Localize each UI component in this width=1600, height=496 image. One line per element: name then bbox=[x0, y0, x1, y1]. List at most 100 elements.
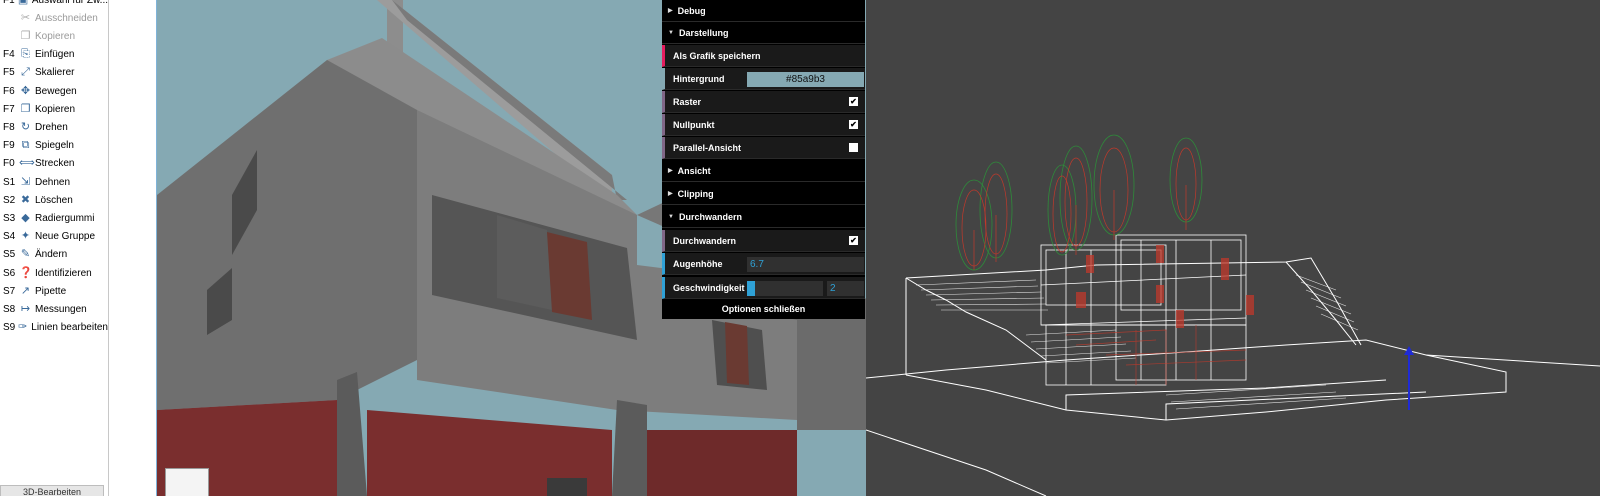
tool-shortcut: S5 bbox=[3, 249, 16, 261]
tool-label: Einfügen bbox=[35, 49, 75, 61]
parallel-checkbox[interactable] bbox=[849, 143, 858, 152]
building-red-accents bbox=[1076, 245, 1254, 328]
tool-label: Löschen bbox=[35, 194, 73, 206]
tool-item[interactable]: F0 ⟺ Strecken bbox=[0, 155, 108, 173]
tool-item[interactable]: F5 ⤢ Skalierer bbox=[0, 64, 108, 82]
tool-item[interactable]: S7 ↗ Pipette bbox=[0, 282, 108, 300]
tool-item: ❐ Kopieren bbox=[0, 27, 108, 45]
tool-label: Pipette bbox=[35, 285, 67, 297]
red-base-right bbox=[647, 430, 797, 496]
folder-darstellung[interactable]: ▼ Darstellung bbox=[662, 22, 865, 44]
close-options-button[interactable]: Optionen schließen bbox=[662, 299, 865, 319]
tool-shortcut: S7 bbox=[3, 285, 16, 297]
save-image-label: Als Grafik speichern bbox=[673, 50, 761, 61]
rotate-icon: ↻ bbox=[20, 120, 31, 133]
tool-shortcut: F5 bbox=[3, 67, 15, 79]
tool-label: Kopieren bbox=[35, 103, 76, 115]
eye-height-input[interactable]: 6.7 bbox=[747, 257, 864, 272]
tool-item[interactable]: F8 ↻ Drehen bbox=[0, 118, 108, 136]
speed-label: Geschwindigkeit bbox=[673, 282, 745, 293]
tool-item[interactable]: S9 ✑ Linien bearbeiten bbox=[0, 319, 108, 337]
panel-footer-button[interactable]: 3D-Bearbeiten bbox=[0, 485, 104, 496]
z-axis-arrow-icon bbox=[1404, 346, 1414, 355]
wireframe-model bbox=[866, 134, 1600, 496]
tool-item[interactable]: F4 ⎘ Einfügen bbox=[0, 46, 108, 64]
tool-item[interactable]: S5 ✎ Ändern bbox=[0, 246, 108, 264]
folder-ansicht[interactable]: ▶ Ansicht bbox=[662, 160, 865, 182]
eye-height-control: Augenhöhe 6.7 bbox=[662, 253, 865, 275]
grid-checkbox[interactable]: ✔ bbox=[849, 97, 858, 106]
tool-item[interactable]: S2 ✖ Löschen bbox=[0, 191, 108, 209]
tool-shortcut: S8 bbox=[3, 303, 16, 315]
tool-shortcut: F9 bbox=[3, 140, 15, 152]
walk-checkbox[interactable]: ✔ bbox=[849, 236, 858, 245]
paste-icon: ⎘ bbox=[21, 48, 30, 61]
origin-label: Nullpunkt bbox=[673, 119, 715, 130]
tool-shortcut: S6 bbox=[3, 267, 16, 279]
wireframe-view[interactable] bbox=[866, 0, 1600, 496]
tool-item[interactable]: S6 ❓ Identifizieren bbox=[0, 264, 108, 282]
tool-label: Spiegeln bbox=[35, 140, 74, 152]
chevron-right-icon: ▶ bbox=[668, 8, 673, 14]
folder-clipping[interactable]: ▶ Clipping bbox=[662, 183, 865, 205]
tool-shortcut: F0 bbox=[3, 158, 15, 170]
folder-durchwandern[interactable]: ▼ Durchwandern bbox=[662, 206, 865, 228]
folder-label: Clipping bbox=[677, 188, 714, 199]
copy-icon: ❐ bbox=[20, 102, 31, 115]
pencil-icon: ✎ bbox=[20, 248, 31, 261]
parallel-control: Parallel-Ansicht bbox=[662, 137, 865, 159]
tool-shortcut: S2 bbox=[3, 194, 16, 206]
eye-height-label: Augenhöhe bbox=[673, 258, 723, 269]
front-window-shade bbox=[547, 232, 592, 320]
tool-label: Drehen bbox=[35, 121, 68, 133]
speed-slider[interactable] bbox=[747, 281, 823, 296]
tool-item[interactable]: S1 ⇲ Dehnen bbox=[0, 173, 108, 191]
tool-shortcut: F7 bbox=[3, 103, 15, 115]
group-icon: ✦ bbox=[20, 230, 31, 243]
measure-icon: ↦ bbox=[20, 302, 31, 315]
walk-control: Durchwandern ✔ bbox=[662, 230, 865, 252]
tool-label: Auswahl für Zw... bbox=[31, 0, 108, 6]
building-red-lines bbox=[1065, 325, 1247, 385]
tool-item[interactable]: S3 ◆ Radiergummi bbox=[0, 209, 108, 227]
walk-label: Durchwandern bbox=[673, 235, 737, 246]
ground-door bbox=[547, 478, 587, 496]
axes-gizmo bbox=[165, 468, 209, 496]
parallel-label: Parallel-Ansicht bbox=[673, 142, 742, 153]
tool-item[interactable]: F9 ⧉ Spiegeln bbox=[0, 137, 108, 155]
copy-icon: ❐ bbox=[20, 29, 31, 42]
pipette-icon: ↗ bbox=[20, 284, 31, 297]
tool-item[interactable]: S4 ✦ Neue Gruppe bbox=[0, 228, 108, 246]
tool-item[interactable]: F6 ✥ Bewegen bbox=[0, 82, 108, 100]
folder-label: Debug bbox=[677, 5, 706, 16]
grid-label: Raster bbox=[673, 96, 702, 107]
save-image-button[interactable]: Als Grafik speichern bbox=[662, 45, 865, 67]
building-wireframe bbox=[1040, 234, 1247, 386]
eraser-icon: ◆ bbox=[21, 211, 30, 224]
tool-item: ✂ Ausschneiden bbox=[0, 9, 108, 27]
move-icon: ✥ bbox=[20, 84, 31, 97]
origin-checkbox[interactable]: ✔ bbox=[849, 120, 858, 129]
tool-label: Strecken bbox=[35, 158, 75, 170]
tool-label: Messungen bbox=[35, 303, 87, 315]
pillar-right bbox=[612, 400, 647, 496]
tool-item[interactable]: F1▣Auswahl für Zw... bbox=[0, 0, 108, 9]
tool-shortcut: F8 bbox=[3, 121, 15, 133]
tool-label: Identifizieren bbox=[35, 267, 92, 279]
tool-label: Ausschneiden bbox=[35, 12, 98, 24]
background-control: Hintergrund #85a9b3 bbox=[662, 68, 865, 90]
speed-input[interactable]: 2 bbox=[827, 281, 864, 296]
tool-shortcut: F6 bbox=[3, 85, 15, 97]
tool-label: Bewegen bbox=[35, 85, 77, 97]
tool-shortcut: F4 bbox=[3, 49, 15, 61]
tool-item[interactable]: F7 ❐ Kopieren bbox=[0, 100, 108, 118]
tool-panel: F1▣Auswahl für Zw...✂Ausschneiden❐Kopier… bbox=[0, 0, 109, 496]
panel-gap bbox=[109, 0, 156, 496]
front-window-pane bbox=[497, 215, 552, 310]
tool-label: Linien bearbeiten bbox=[31, 322, 108, 334]
tool-shortcut: S4 bbox=[3, 231, 16, 243]
folder-debug[interactable]: ▶ Debug bbox=[662, 0, 865, 22]
tool-item[interactable]: S8 ↦ Messungen bbox=[0, 300, 108, 318]
chevron-down-icon: ▼ bbox=[668, 29, 674, 36]
background-color-field[interactable]: #85a9b3 bbox=[747, 72, 864, 87]
